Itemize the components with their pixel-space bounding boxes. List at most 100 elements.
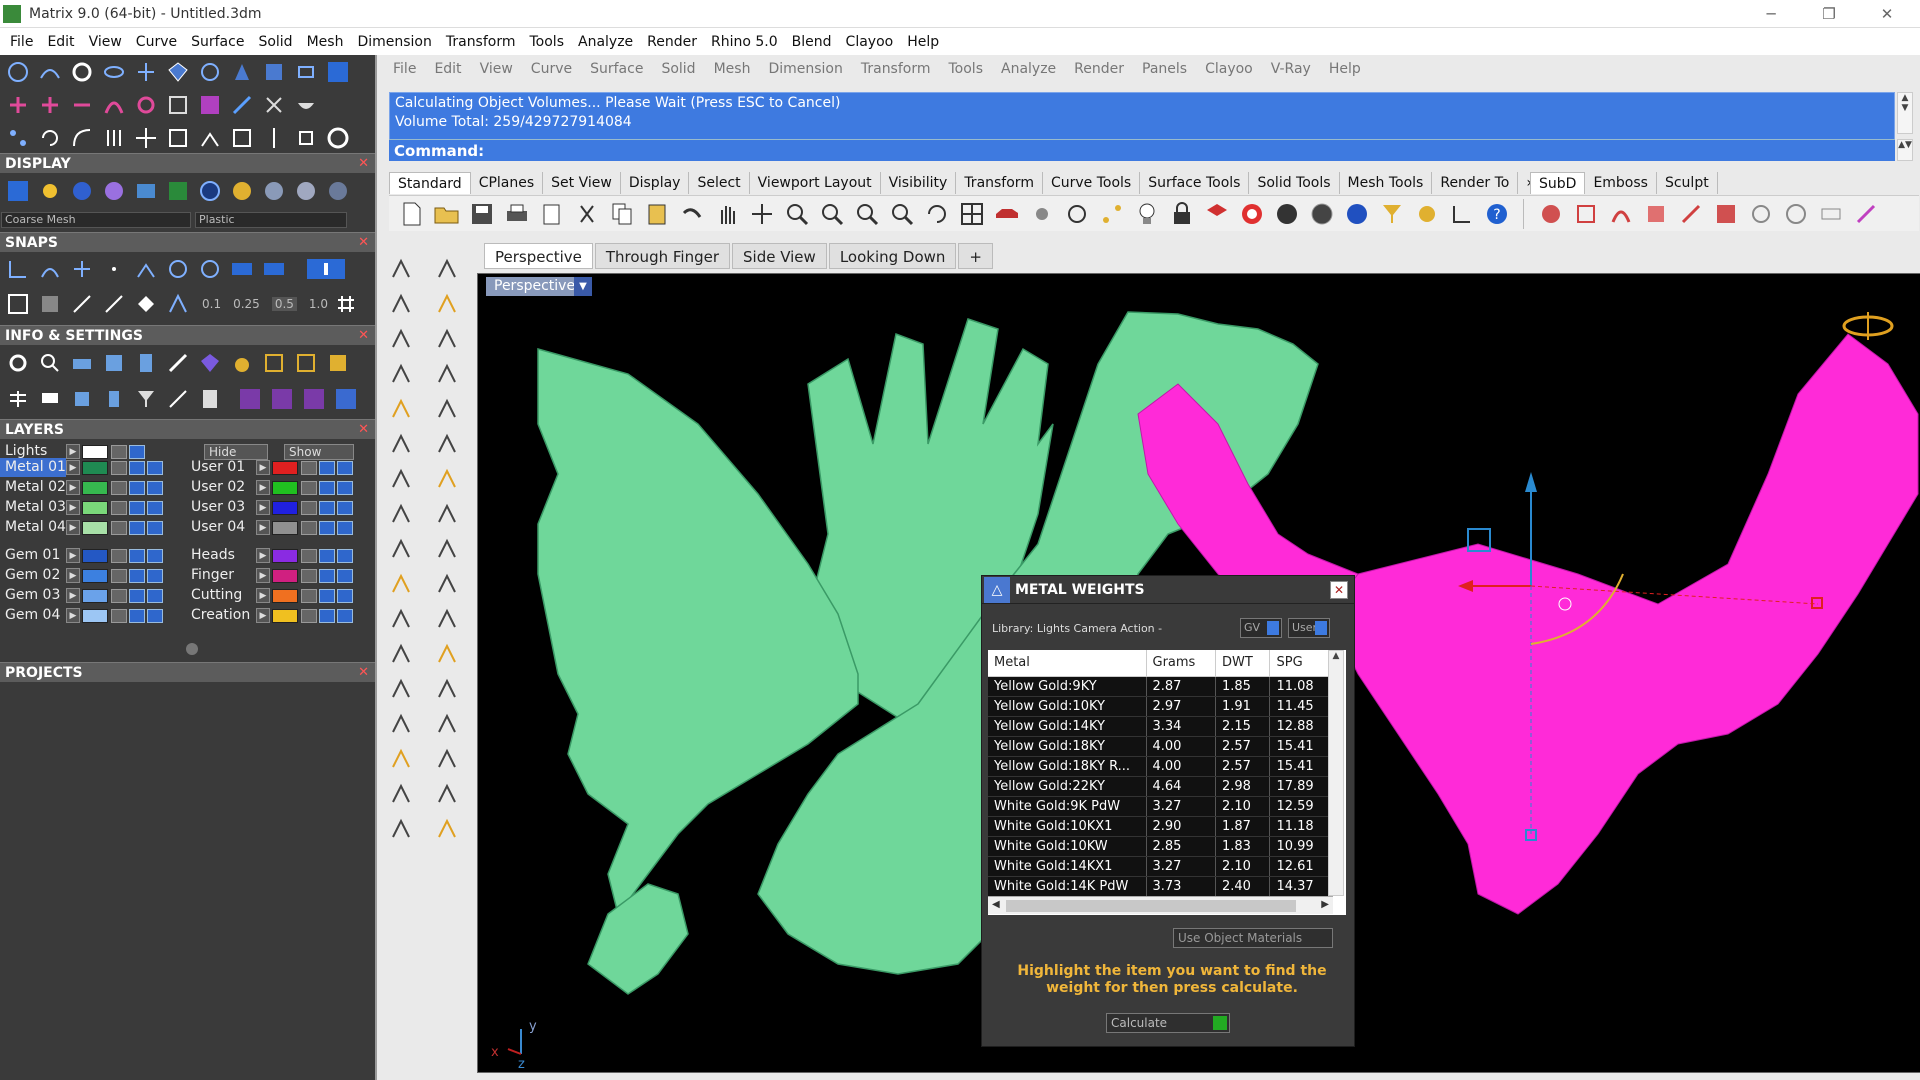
- table-row[interactable]: Yellow Gold:10KY 2.97 1.91 11.45: [988, 696, 1333, 717]
- column-header-dwt[interactable]: DWT: [1215, 650, 1271, 677]
- layer-render-icon[interactable]: [147, 608, 163, 623]
- rhino-menu-transform[interactable]: Transform: [853, 61, 941, 77]
- layer-lock-icon[interactable]: [111, 568, 127, 583]
- toolbar-tab-render-to[interactable]: Render To: [1432, 172, 1519, 194]
- layer-row-right-3[interactable]: User 04 ▶: [186, 518, 355, 537]
- table-row[interactable]: Yellow Gold:22KY 4.64 2.98 17.89: [988, 776, 1333, 797]
- rendered-sphere-icon[interactable]: [1307, 199, 1336, 228]
- undo-icon[interactable]: [677, 199, 706, 228]
- subd-help-icon[interactable]: [1781, 199, 1810, 228]
- control-points-icon[interactable]: [433, 745, 461, 773]
- near-snap-icon[interactable]: [36, 255, 64, 283]
- zoom-selected-icon[interactable]: [887, 199, 916, 228]
- rotate-view-icon[interactable]: [747, 199, 776, 228]
- mesh-density-select[interactable]: Coarse Mesh: [1, 212, 191, 228]
- layer-render-icon[interactable]: [337, 588, 353, 603]
- table-row[interactable]: White Gold:9K PdW 3.27 2.10 12.59: [988, 796, 1333, 817]
- layer-expand-icon[interactable]: ▶: [256, 588, 270, 603]
- cylinder-icon[interactable]: [100, 385, 128, 413]
- smarttrack-icon[interactable]: [132, 290, 160, 318]
- flow-icon[interactable]: [196, 124, 224, 152]
- paint-icon[interactable]: [387, 780, 415, 808]
- layer-color-swatch[interactable]: [82, 480, 108, 495]
- tab-side-view[interactable]: Side View: [732, 243, 827, 269]
- prong-tool-icon[interactable]: [132, 58, 160, 86]
- material-icon[interactable]: [164, 177, 192, 205]
- curve-cp-icon[interactable]: [433, 290, 461, 318]
- toolbar-tab-select[interactable]: Select: [689, 172, 750, 194]
- lightbulb-icon[interactable]: [1132, 199, 1161, 228]
- menu-edit[interactable]: Edit: [40, 34, 81, 50]
- curve-tool-icon[interactable]: [4, 58, 32, 86]
- layer-render-icon[interactable]: [337, 520, 353, 535]
- column-header-metal[interactable]: Metal: [988, 650, 1147, 677]
- light-icon[interactable]: [36, 177, 64, 205]
- grid-snap-icon[interactable]: [4, 290, 32, 318]
- polyline-icon[interactable]: [387, 290, 415, 318]
- move-icon[interactable]: [132, 124, 160, 152]
- curve-offset-icon[interactable]: [387, 395, 415, 423]
- layer-color-swatch[interactable]: [82, 588, 108, 603]
- rhino-menu-edit[interactable]: Edit: [426, 61, 471, 77]
- toolbar-tab-mesh-tools[interactable]: Mesh Tools: [1340, 172, 1433, 194]
- layer-visible-icon[interactable]: [129, 568, 145, 583]
- rhino-menu-clayoo[interactable]: Clayoo: [1197, 61, 1263, 77]
- maximize-button[interactable]: ❐: [1800, 0, 1858, 28]
- wireframe-icon[interactable]: [4, 177, 32, 205]
- table-row[interactable]: White Gold:14K PdW 3.73 2.40 14.37: [988, 876, 1333, 897]
- subd-cube-icon[interactable]: [1641, 199, 1670, 228]
- table-row[interactable]: Yellow Gold:14KY 3.34 2.15 12.88: [988, 716, 1333, 737]
- four-view-icon[interactable]: [957, 199, 986, 228]
- close-icon[interactable]: ✕: [358, 233, 369, 253]
- menu-blend[interactable]: Blend: [785, 34, 839, 50]
- layer-lock-icon[interactable]: [111, 548, 127, 563]
- funnel-icon[interactable]: [132, 385, 160, 413]
- scissors-icon[interactable]: [260, 91, 288, 119]
- rhino-menu-vray[interactable]: V-Ray: [1263, 61, 1321, 77]
- tan-snap-icon[interactable]: [228, 255, 256, 283]
- layer-expand-icon[interactable]: ▶: [66, 460, 80, 475]
- info-section-header[interactable]: INFO & SETTINGS ✕: [0, 325, 375, 345]
- check-icon[interactable]: [433, 780, 461, 808]
- layer-visible-icon[interactable]: [129, 548, 145, 563]
- column-header-grams[interactable]: Grams: [1146, 650, 1216, 677]
- layer-color-swatch[interactable]: [82, 568, 108, 583]
- layer-expand-icon[interactable]: ▶: [66, 548, 80, 563]
- toolbar-tab-visibility[interactable]: Visibility: [881, 172, 957, 194]
- fillet-icon[interactable]: [433, 395, 461, 423]
- calculate-button[interactable]: Calculate: [1106, 1013, 1230, 1033]
- menu-render[interactable]: Render: [640, 34, 704, 50]
- gumball-toggle-icon[interactable]: [1062, 199, 1091, 228]
- points-icon[interactable]: [1097, 199, 1126, 228]
- close-window-button[interactable]: ✕: [1858, 0, 1916, 28]
- channel-tool-icon[interactable]: [292, 58, 320, 86]
- export-icon[interactable]: [324, 349, 352, 377]
- layer-render-icon[interactable]: [337, 568, 353, 583]
- figure2-icon[interactable]: [300, 385, 328, 413]
- filter-icon[interactable]: [1377, 199, 1406, 228]
- pen-tool-icon[interactable]: [228, 91, 256, 119]
- layer-color-swatch[interactable]: [82, 460, 108, 475]
- subd-box-icon[interactable]: [1571, 199, 1600, 228]
- grid-tool-icon[interactable]: [164, 91, 192, 119]
- layer-lock-icon[interactable]: [301, 548, 317, 563]
- layer-render-icon[interactable]: [147, 548, 163, 563]
- layer-lock-icon[interactable]: [111, 608, 127, 623]
- cube-icon[interactable]: [68, 385, 96, 413]
- arch-tool-icon[interactable]: [100, 91, 128, 119]
- rhino-menu-surface[interactable]: Surface: [582, 61, 653, 77]
- box-icon[interactable]: [100, 349, 128, 377]
- cross-tool-icon[interactable]: [4, 91, 32, 119]
- menu-curve[interactable]: Curve: [129, 34, 184, 50]
- layers-section-header[interactable]: LAYERS ✕: [0, 419, 375, 439]
- rhino-menu-tools[interactable]: Tools: [941, 61, 994, 77]
- layer-icon[interactable]: [1202, 199, 1231, 228]
- table-row[interactable]: White Gold:14KX1 3.27 2.10 12.61: [988, 856, 1333, 877]
- render-icon[interactable]: [132, 177, 160, 205]
- menu-rhino[interactable]: Rhino 5.0: [704, 34, 785, 50]
- menu-surface[interactable]: Surface: [184, 34, 251, 50]
- move-array-icon[interactable]: [387, 675, 415, 703]
- layer-lock-icon[interactable]: [301, 460, 317, 475]
- gumball-icon[interactable]: [164, 290, 192, 318]
- menu-clayoo[interactable]: Clayoo: [839, 34, 901, 50]
